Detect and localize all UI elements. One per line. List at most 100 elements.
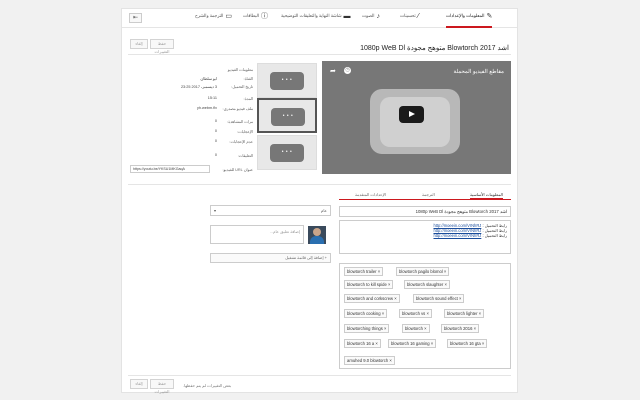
info-row: المدة: 15:11: [130, 96, 255, 104]
tag-label: blowtorch slaughter: [407, 282, 444, 287]
description-line: رابط التحميل : http://moeein.com/VrNhRJ: [343, 233, 507, 238]
tag-chip[interactable]: blowtorch ×: [402, 324, 430, 333]
info-value: 0: [214, 119, 217, 123]
tag-label: blowtorching things: [347, 326, 383, 331]
description-line-label: رابط التحميل :: [482, 233, 507, 239]
watch-later-icon[interactable]: ◷: [344, 67, 351, 74]
tag-chip[interactable]: blowtorch slaughter ×: [404, 280, 450, 289]
info-value: 0: [214, 139, 217, 143]
divider-mid: [128, 184, 511, 185]
info-row: القناة: ابو سلطان: [130, 76, 255, 84]
tag-chip[interactable]: blowtorch sound effect ×: [413, 294, 465, 303]
tag-label: blowtorch 16 a: [347, 341, 375, 346]
tab-cards-label: البطاقات: [243, 13, 260, 18]
info-label: معلومات الفيديو: [227, 68, 253, 72]
pencil-icon: ✎: [486, 13, 493, 20]
info-value: 3 ديسمبر، 2017 23:25: [180, 85, 217, 89]
tag-chip[interactable]: blowtorch 16 gaming ×: [388, 339, 437, 348]
add-to-playlist-button[interactable]: + إضافة إلى قائمة تشغيل: [210, 253, 331, 263]
tab-end-screen-label: شاشة النهاية والتعليقات التوضيحية: [281, 13, 342, 18]
info-value: 15:11: [207, 96, 217, 100]
film-icon: ▬: [343, 13, 351, 20]
wand-icon: ⁄: [417, 13, 419, 20]
tab-cards[interactable]: ⓘ البطاقات: [243, 13, 268, 28]
info-row: معلومات الفيديو: [130, 67, 255, 75]
tag-chip[interactable]: blowtorch vs ×: [399, 309, 432, 318]
info-label: التعليقات:: [237, 154, 253, 158]
tab-enhancements[interactable]: ⁄ تحسينات: [400, 13, 419, 28]
back-arrow-icon: ⇤: [132, 15, 139, 21]
tag-chip[interactable]: amuhed 9.0 blowtorch ×: [344, 356, 395, 365]
tag-chip[interactable]: blowtorch 16 a ×: [344, 339, 381, 348]
tab-enhancements-label: تحسينات: [400, 13, 416, 18]
info-row: التعليقات: 0: [130, 153, 255, 161]
tab-end-screen[interactable]: ▬ شاشة النهاية والتعليقات التوضيحية: [281, 13, 351, 28]
tab-audio-label: الصوت: [362, 13, 375, 18]
thumbnail-image: [271, 108, 305, 126]
info-value: 0: [214, 153, 217, 157]
tag-chip[interactable]: blowtorch lighter ×: [444, 309, 485, 318]
info-row: عدم الإعجابات: 0: [130, 139, 255, 147]
tag-label: blowtorch pagilo blomol: [399, 269, 443, 274]
thumbnail-image: [270, 144, 304, 162]
tags-field[interactable]: blowtorch trailer × blowtorch pagilo blo…: [339, 263, 511, 369]
info-row: ملف فيديو مصدري: yh.webm.flv: [130, 106, 255, 114]
thumbnail-option-3[interactable]: [257, 135, 317, 170]
tag-label: blowtorch 2016: [444, 326, 473, 331]
description-link[interactable]: http://moeein.com/VrNhRJ: [433, 233, 481, 238]
tag-chip[interactable]: blowtorch pagilo blomol ×: [396, 267, 450, 276]
comment-input[interactable]: إضافة تعليق عام...: [210, 225, 304, 244]
visibility-select[interactable]: عام ▾: [210, 205, 331, 216]
info-label: عنوان URL للفيديو:: [222, 168, 254, 172]
description-textarea[interactable]: رابط التحميل : http://moeein.com/VrNhRJ …: [339, 220, 511, 254]
tag-chip[interactable]: blowtorch 2016 ×: [441, 324, 480, 333]
tag-label: blowtorch 16 gaming: [391, 341, 430, 346]
title-input[interactable]: اشد 2017 Blowtorch متوهج مجودة 1080p WeB…: [339, 206, 511, 217]
tag-chip[interactable]: blowtorch 16 gta ×: [447, 339, 488, 348]
tab-audio[interactable]: ♪ الصوت: [362, 13, 380, 28]
tag-chip[interactable]: blowtorch to kill spide ×: [344, 280, 394, 289]
visibility-value: عام: [320, 208, 327, 213]
info-row: تاريخ التحميل: 3 ديسمبر، 2017 23:25: [130, 84, 255, 92]
play-button[interactable]: [399, 106, 424, 123]
info-label: تاريخ التحميل:: [231, 85, 253, 89]
tag-label: amuhed 9.0 blowtorch: [347, 358, 389, 363]
info-label: مرات المشاهدة:: [227, 120, 253, 124]
save-button-bottom[interactable]: حفظ التغييرات: [150, 379, 174, 394]
divider-top: [128, 54, 511, 55]
unsaved-changes-note: بعض التغييرات لم يتم حفظها.: [183, 383, 232, 388]
cancel-button-bottom[interactable]: إلغاء: [130, 379, 148, 389]
avatar: [308, 226, 326, 244]
player-title: مقاطع الفيديو المحملة: [453, 69, 504, 75]
tag-chip[interactable]: blowtorch trailer ×: [344, 267, 384, 276]
info-value: yh.webm.flv: [196, 106, 217, 110]
tag-chip[interactable]: blowtorch cooking ×: [344, 309, 388, 318]
video-player[interactable]: مقاطع الفيديو المحملة ➦ ◷: [322, 61, 511, 174]
music-note-icon: ♪: [376, 13, 381, 20]
tag-label: blowtorch vs: [402, 311, 426, 316]
tag-label: blowtorch sound effect: [416, 296, 458, 301]
tag-label: blowtorch to kill spide: [347, 282, 387, 287]
video-url-field[interactable]: https://youtu.be/YKSU1MKGaqA: [130, 165, 210, 173]
subtitles-icon: ▭: [225, 13, 232, 20]
info-label: القناة:: [243, 77, 253, 81]
thumbnail-option-1[interactable]: [257, 63, 317, 98]
tag-label: blowtorch 16 gta: [450, 341, 481, 346]
thumbnail-option-2[interactable]: [257, 98, 317, 133]
tag-label: blowtorch trailer: [347, 269, 377, 274]
share-icon[interactable]: ➦: [330, 67, 336, 75]
info-value: ابو سلطان: [200, 77, 217, 81]
tag-chip[interactable]: blowtorch and corkscrew ×: [344, 294, 400, 303]
info-label: عدم الإعجابات:: [229, 140, 253, 144]
divider-bottom: [128, 375, 511, 376]
thumbnail-image: [270, 72, 304, 90]
save-button-top[interactable]: حفظ التغييرات: [150, 39, 174, 54]
tag-label: blowtorch lighter: [447, 311, 478, 316]
subtab-underline: [339, 199, 511, 200]
info-row: الإعجابات: 0: [130, 129, 255, 137]
tab-subtitles[interactable]: ▭ الترجمة والشرح: [195, 13, 232, 28]
tag-chip[interactable]: blowtorching things ×: [344, 324, 390, 333]
back-button[interactable]: ⇤: [129, 13, 142, 23]
tab-info-settings[interactable]: ✎ المعلومات والإعدادات: [446, 13, 493, 28]
cancel-button-top[interactable]: إلغاء: [130, 39, 148, 49]
